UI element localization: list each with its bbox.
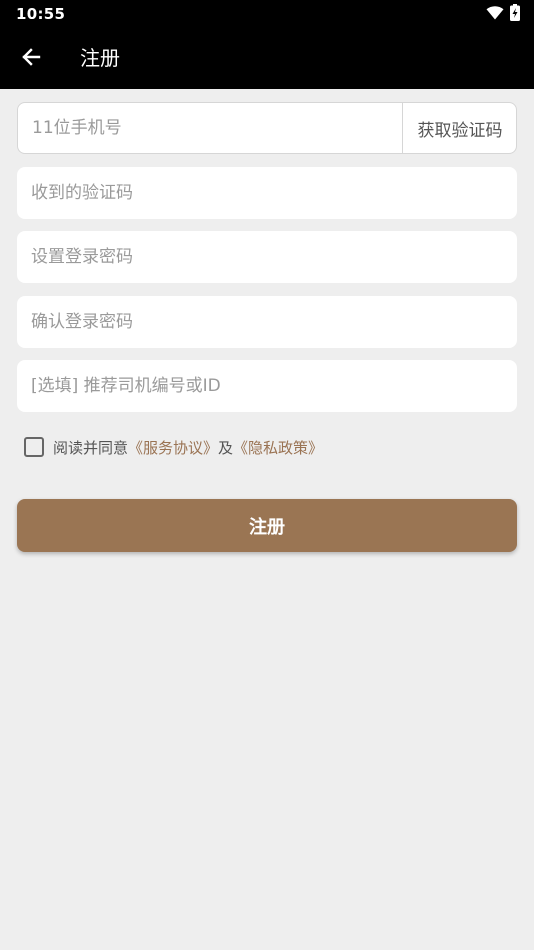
service-agreement-link[interactable]: 《服务协议》	[128, 437, 218, 458]
wifi-icon	[486, 5, 504, 24]
confirm-password-field-row	[17, 296, 517, 348]
back-button[interactable]	[14, 42, 48, 76]
agreement-connector: 及	[218, 438, 234, 457]
code-field-row	[17, 167, 517, 219]
get-code-button[interactable]: 获取验证码	[402, 103, 517, 153]
app-bar: 注册	[0, 28, 534, 89]
password-input[interactable]	[17, 231, 517, 283]
arrow-left-icon	[21, 47, 41, 71]
privacy-policy-link[interactable]: 《隐私政策》	[233, 437, 323, 458]
confirm-password-input[interactable]	[17, 296, 517, 348]
phone-field-row: 获取验证码	[17, 102, 517, 154]
agreement-prefix: 阅读并同意	[53, 438, 129, 457]
status-time: 10:55	[16, 5, 66, 23]
page-title: 注册	[80, 46, 120, 70]
referrer-input[interactable]	[17, 360, 517, 412]
phone-input[interactable]	[18, 103, 402, 153]
agreement-row: 阅读并同意 《服务协议》 及 《隐私政策》	[24, 435, 323, 459]
register-button[interactable]: 注册	[17, 499, 517, 552]
battery-charging-icon	[510, 3, 520, 25]
status-icons	[486, 3, 520, 25]
verification-code-input[interactable]	[17, 167, 517, 219]
password-field-row	[17, 231, 517, 283]
agree-checkbox[interactable]	[24, 437, 44, 457]
status-bar: 10:55	[0, 0, 534, 28]
referrer-field-row	[17, 360, 517, 412]
